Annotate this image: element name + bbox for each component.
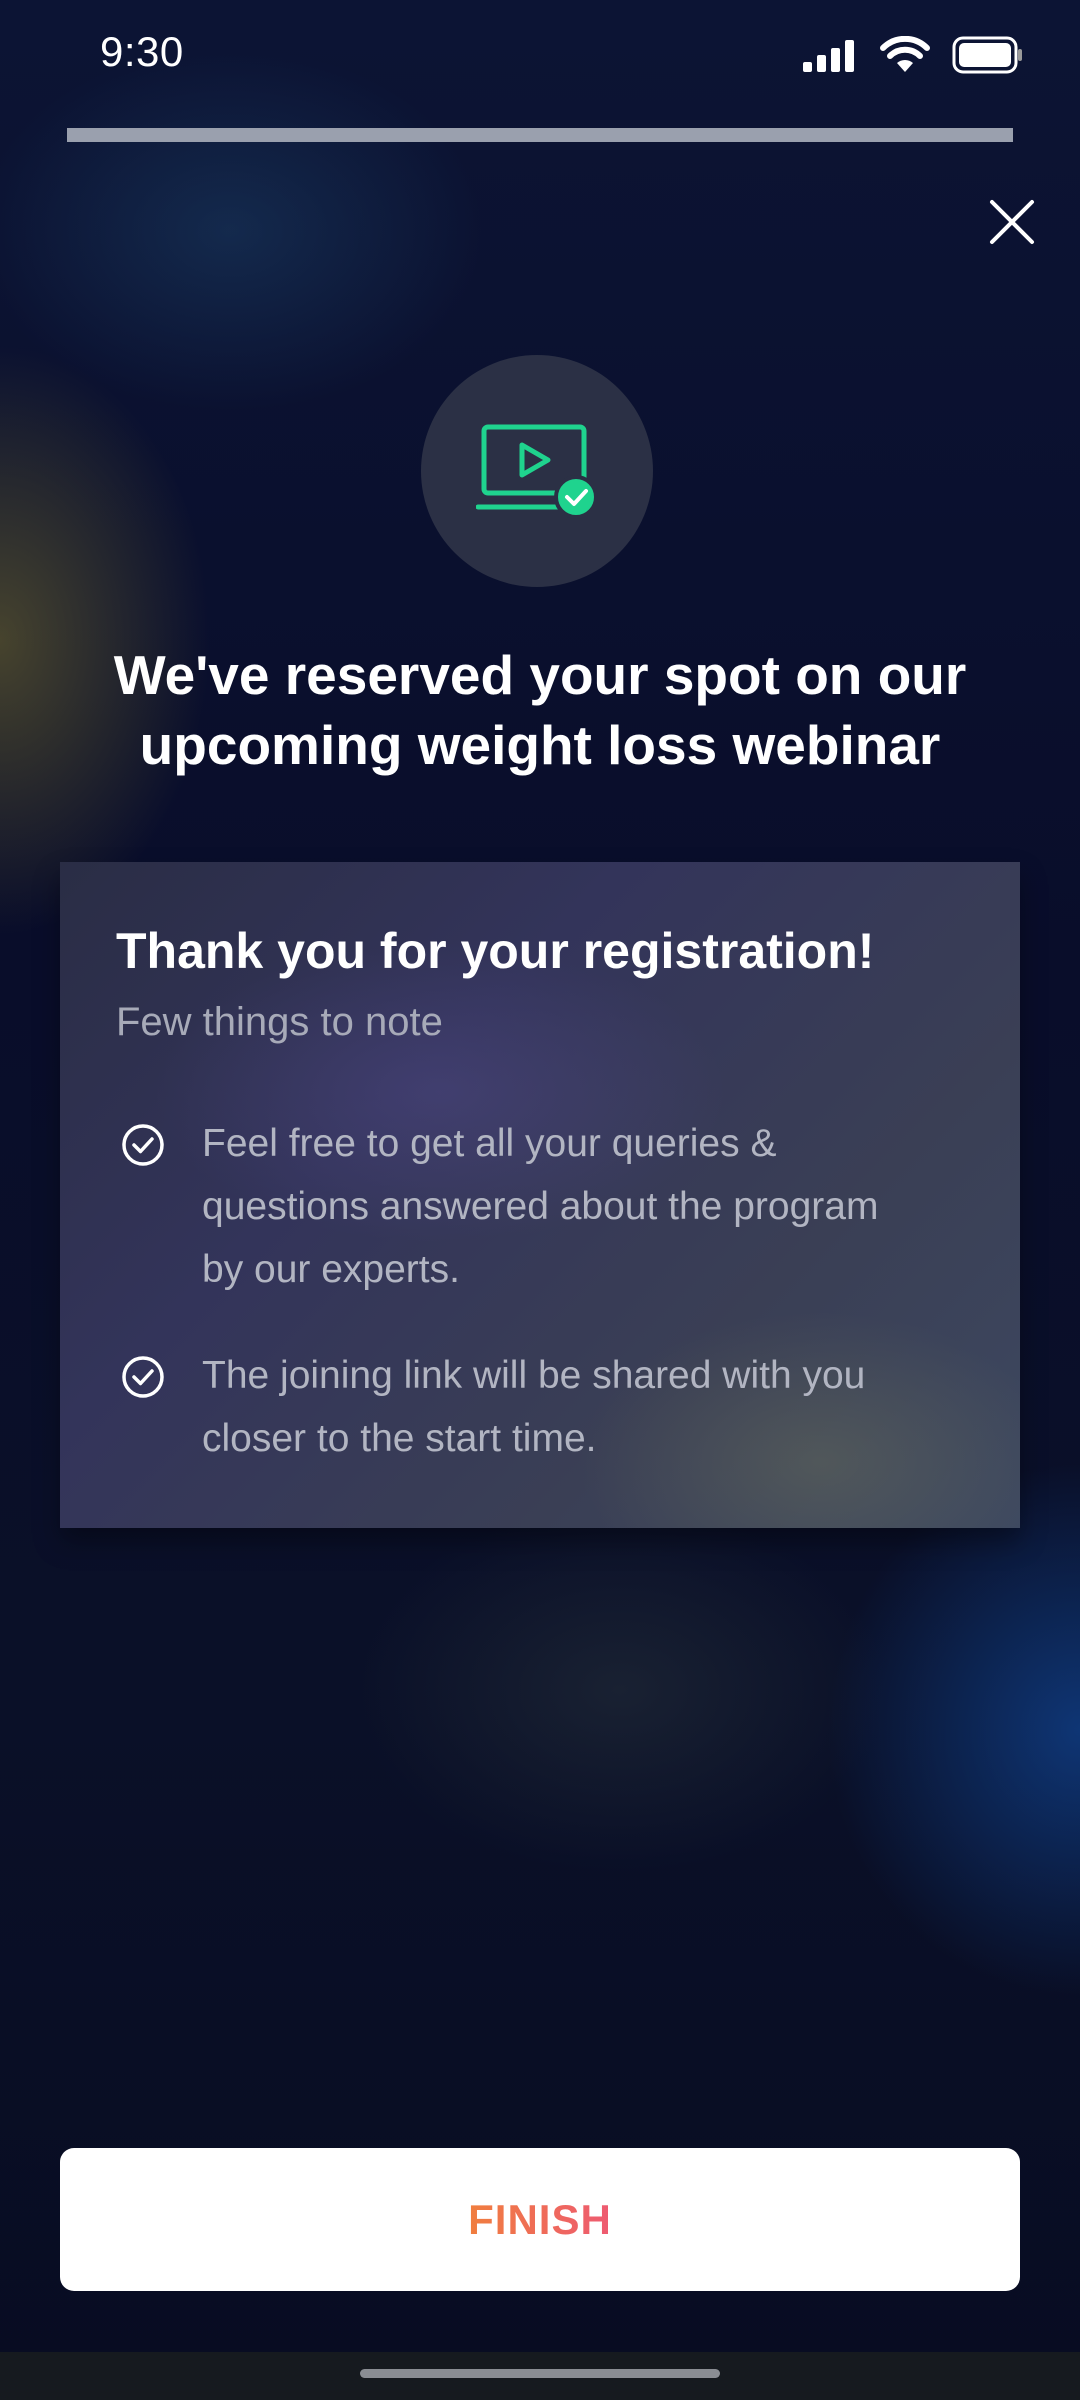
finish-button-label: FINISH — [468, 2195, 612, 2243]
close-icon — [990, 200, 1034, 244]
headline: We've reserved your spot on our upcoming… — [113, 644, 967, 776]
card-subtitle: Few things to note — [116, 1000, 443, 1044]
check-circle-icon — [122, 1356, 164, 1398]
card-title: Thank you for your registration! — [116, 923, 875, 979]
status-bar: 9:30 — [0, 0, 1080, 112]
video-check-icon — [476, 424, 598, 519]
finish-button[interactable]: FINISH — [60, 2148, 1020, 2291]
progress-bar — [67, 128, 1013, 142]
progress-fill — [67, 128, 1013, 142]
registration-card: Thank you for your registration! Few thi… — [60, 862, 1020, 1528]
system-nav-bar — [0, 2352, 1080, 2400]
note-text: The joining link will be shared with you… — [202, 1354, 866, 1460]
status-time: 9:30 — [100, 28, 184, 75]
note-text: Feel free to get all your queries & ques… — [202, 1122, 879, 1291]
battery-icon — [952, 36, 1022, 74]
wifi-icon — [880, 36, 930, 72]
home-indicator[interactable] — [360, 2369, 720, 2378]
webinar-confirmation-screen: 9:30 We've reserved your spot on our upc… — [0, 0, 1080, 2400]
close-button[interactable] — [980, 190, 1044, 254]
check-circle-icon — [122, 1124, 164, 1166]
hero-icon-circle — [421, 355, 653, 587]
signal-icon — [803, 40, 854, 72]
